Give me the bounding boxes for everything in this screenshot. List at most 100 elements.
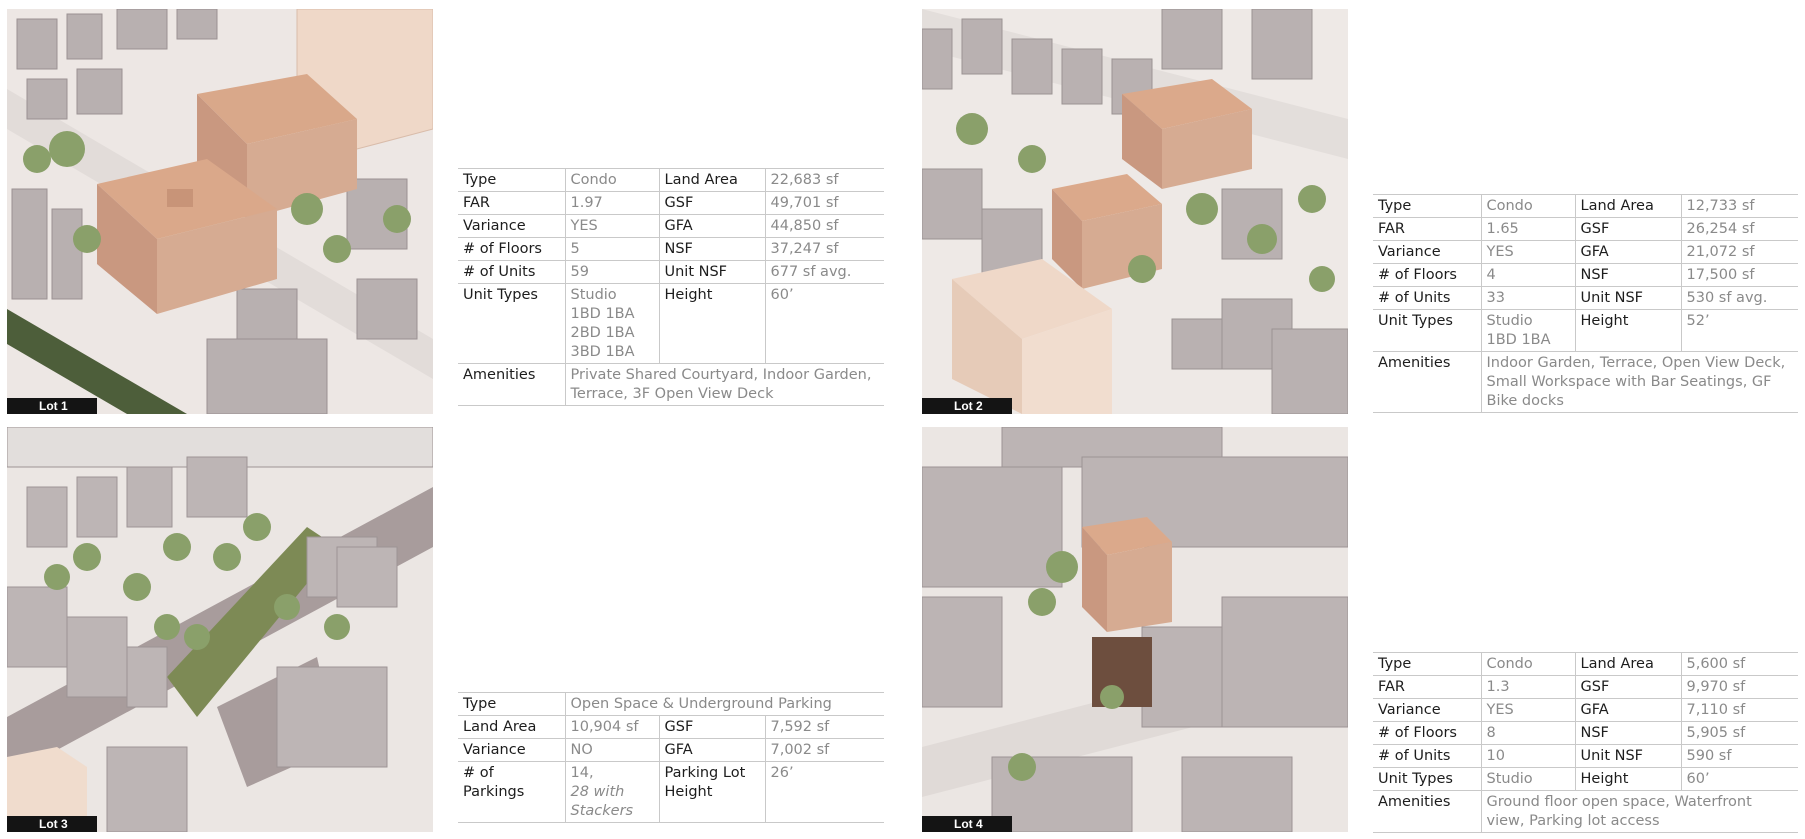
spec-value: 37,247 sf xyxy=(764,237,884,261)
table-row: Land Area 10,904 sf GSF 7,592 sf xyxy=(458,715,884,739)
spec-label: FAR xyxy=(458,191,565,215)
unit-type: Studio xyxy=(1486,313,1533,329)
spec-label: Amenities xyxy=(1373,351,1481,413)
parkings-note: 28 with Stackers xyxy=(570,784,634,819)
table-row: Variance YES GFA 21,072 sf xyxy=(1373,240,1798,264)
spec-label: Variance xyxy=(1373,698,1481,722)
table-row: Type Condo Land Area 5,600 sf xyxy=(1373,652,1798,676)
spec-label: Amenities xyxy=(1373,790,1481,833)
unit-types-value: Studio 1BD 1BA xyxy=(1480,309,1575,352)
spec-value: 10 xyxy=(1480,744,1575,768)
amenities-value: Ground floor open space, Waterfront view… xyxy=(1480,790,1798,833)
spec-label: Type xyxy=(458,168,565,192)
spec-value: 26,254 sf xyxy=(1680,217,1798,241)
amenities-value: Private Shared Courtyard, Indoor Garden,… xyxy=(564,363,884,406)
parkings-label-line: Parkings xyxy=(463,784,525,800)
spec-value: 21,072 sf xyxy=(1680,240,1798,264)
spec-value: 10,904 sf xyxy=(564,715,659,739)
spec-value: Condo xyxy=(1480,652,1575,676)
spec-label: Variance xyxy=(458,214,565,238)
unit-type: 1BD 1BA xyxy=(570,306,635,322)
spec-label: Type xyxy=(458,692,565,716)
lot-4-aerial-image: Lot 4 xyxy=(922,427,1348,832)
spec-label: Unit NSF xyxy=(1574,286,1681,310)
lot-3-aerial-image: Lot 3 xyxy=(7,427,433,832)
unit-type: 1BD 1BA xyxy=(1486,332,1551,348)
spec-value: Open Space & Underground Parking xyxy=(564,692,884,716)
parkings-label-line: # of xyxy=(463,765,494,781)
table-row: Unit Types Studio 1BD 1BA Height 52’ xyxy=(1373,309,1798,352)
spec-label: Land Area xyxy=(458,715,565,739)
table-row: # of Units 59 Unit NSF 677 sf avg. xyxy=(458,260,884,284)
table-row: FAR 1.97 GSF 49,701 sf xyxy=(458,191,884,215)
spec-value: 12,733 sf xyxy=(1680,194,1798,218)
table-row: Variance YES GFA 44,850 sf xyxy=(458,214,884,238)
spec-label: Height xyxy=(658,283,765,364)
spec-value: 5,905 sf xyxy=(1680,721,1798,745)
spec-label: GFA xyxy=(1574,698,1681,722)
spec-value: 7,110 sf xyxy=(1680,698,1798,722)
lot-label: Lot 3 xyxy=(7,816,97,832)
spec-label: Variance xyxy=(458,738,565,762)
spec-value: 5 xyxy=(564,237,659,261)
spec-label: NSF xyxy=(658,237,765,261)
lot-2-spec-table: Type Condo Land Area 12,733 sf FAR 1.65 … xyxy=(1373,194,1798,413)
spec-value: Condo xyxy=(1480,194,1575,218)
spec-value: 49,701 sf xyxy=(764,191,884,215)
spec-label: Land Area xyxy=(1574,652,1681,676)
unit-types-value: Studio 1BD 1BA 2BD 1BA 3BD 1BA xyxy=(564,283,659,364)
spec-value: Condo xyxy=(564,168,659,192)
spec-value: 530 sf avg. xyxy=(1680,286,1798,310)
table-row: # of Units 33 Unit NSF 530 sf avg. xyxy=(1373,286,1798,310)
spec-label: Type xyxy=(1373,652,1481,676)
table-row: # of Parkings 14, 28 with Stackers Parki… xyxy=(458,761,884,823)
spec-value: 44,850 sf xyxy=(764,214,884,238)
spec-label: Amenities xyxy=(458,363,565,406)
spec-value: 5,600 sf xyxy=(1680,652,1798,676)
table-row: Variance YES GFA 7,110 sf xyxy=(1373,698,1798,722)
spec-value: Studio xyxy=(1480,767,1575,791)
table-row: Unit Types Studio Height 60’ xyxy=(1373,767,1798,791)
spec-label: # of Units xyxy=(1373,286,1481,310)
spec-value: 60’ xyxy=(764,283,884,364)
spec-label: NSF xyxy=(1574,263,1681,287)
lot-label: Lot 4 xyxy=(922,816,1012,832)
spec-value: YES xyxy=(1480,240,1575,264)
unit-type: 2BD 1BA xyxy=(570,325,635,341)
spec-label: Type xyxy=(1373,194,1481,218)
lot-label: Lot 1 xyxy=(7,398,97,414)
unit-type: Studio xyxy=(570,287,617,303)
lot-4-spec-table: Type Condo Land Area 5,600 sf FAR 1.3 GS… xyxy=(1373,652,1798,833)
spec-value: 1.3 xyxy=(1480,675,1575,699)
spec-value: 60’ xyxy=(1680,767,1798,791)
table-row: # of Floors 8 NSF 5,905 sf xyxy=(1373,721,1798,745)
table-row: Variance NO GFA 7,002 sf xyxy=(458,738,884,762)
lot-1-spec-table: Type Condo Land Area 22,683 sf FAR 1.97 … xyxy=(458,168,884,406)
unit-type: 3BD 1BA xyxy=(570,344,635,360)
spec-value: 1.65 xyxy=(1480,217,1575,241)
lot-3-spec-table: Type Open Space & Underground Parking La… xyxy=(458,692,884,823)
spec-label: Height xyxy=(1574,767,1681,791)
table-row: Type Condo Land Area 22,683 sf xyxy=(458,168,884,192)
spec-label: Unit Types xyxy=(458,283,565,364)
spec-value: 4 xyxy=(1480,263,1575,287)
table-row: # of Floors 5 NSF 37,247 sf xyxy=(458,237,884,261)
spec-value: 17,500 sf xyxy=(1680,263,1798,287)
spec-label: # of Units xyxy=(458,260,565,284)
table-row: # of Units 10 Unit NSF 590 sf xyxy=(1373,744,1798,768)
spec-label: # of Floors xyxy=(1373,721,1481,745)
spec-label: Land Area xyxy=(658,168,765,192)
spec-label: Variance xyxy=(1373,240,1481,264)
spec-value: 22,683 sf xyxy=(764,168,884,192)
spec-value: 26’ xyxy=(764,761,884,823)
table-row: FAR 1.65 GSF 26,254 sf xyxy=(1373,217,1798,241)
spec-value: 677 sf avg. xyxy=(764,260,884,284)
spec-label: NSF xyxy=(1574,721,1681,745)
spec-label: # of Floors xyxy=(458,237,565,261)
spec-value: 1.97 xyxy=(564,191,659,215)
spec-value: 8 xyxy=(1480,721,1575,745)
lot-2-aerial-image: Lot 2 xyxy=(922,9,1348,414)
spec-value: YES xyxy=(564,214,659,238)
spec-label: GSF xyxy=(658,715,765,739)
spec-value: NO xyxy=(564,738,659,762)
